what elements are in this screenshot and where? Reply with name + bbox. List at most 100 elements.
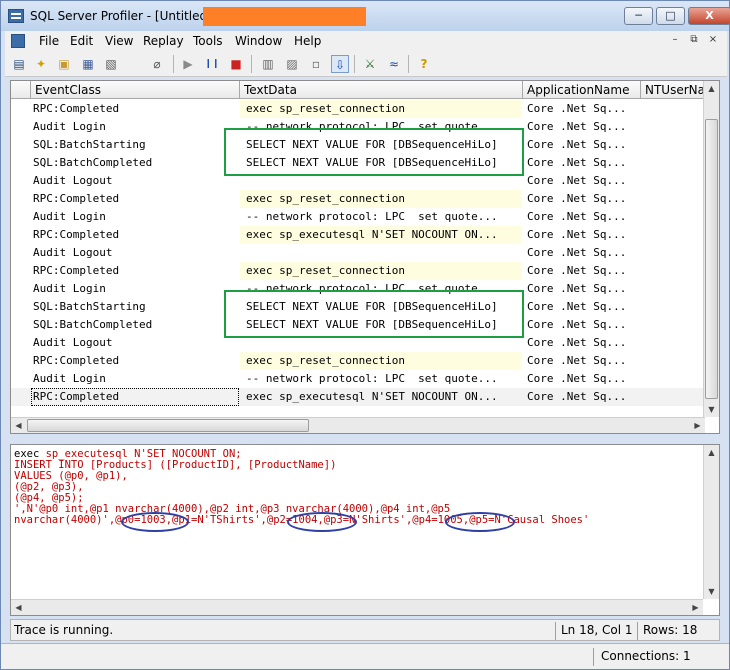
stop-icon[interactable]: ■	[227, 55, 245, 73]
find-icon[interactable]: ▥	[259, 55, 277, 73]
table-row[interactable]: Audit Logout Core .Net Sq...	[11, 244, 705, 262]
toolbar-separator	[251, 55, 252, 73]
table-row[interactable]: RPC:Completed exec sp_reset_connection Cor…	[11, 262, 705, 280]
open-icon[interactable]: ▣	[55, 55, 73, 73]
table-row[interactable]: RPC:Completed exec sp_reset_connection Cor…	[11, 100, 705, 118]
cell-eventclass: RPC:Completed	[33, 102, 120, 115]
cell-applicationname: Core .Net Sq...	[527, 372, 627, 385]
mdi-minimize-button[interactable]: –	[667, 33, 683, 48]
cell-eventclass: Audit Login	[33, 210, 106, 223]
column-header-ntusername[interactable]: NTUserName	[641, 81, 705, 99]
minimize-button[interactable]: ─	[624, 7, 653, 25]
scroll-up-arrow[interactable]: ▲	[704, 81, 719, 96]
horizontal-scroll-thumb[interactable]	[27, 419, 309, 432]
cell-ntusername	[641, 244, 705, 262]
status-separator	[593, 648, 594, 666]
scroll-right-arrow[interactable]: ▶	[690, 418, 705, 433]
cell-ntusername	[641, 334, 705, 352]
table-row[interactable]: RPC:Completed exec sp_reset_connection Cor…	[11, 190, 705, 208]
pause-icon[interactable]: ❙❙	[203, 55, 221, 73]
column-header-textdata[interactable]: TextData	[240, 81, 523, 99]
scroll-left-arrow[interactable]: ◀	[11, 600, 26, 615]
cell-eventclass: RPC:Completed	[33, 192, 120, 205]
connections-count: Connections: 1	[601, 649, 691, 663]
event-text-pane[interactable]: exec sp_executesql N'SET NOCOUNT ON; INS…	[10, 444, 720, 616]
scroll-up-arrow[interactable]: ▲	[704, 445, 719, 460]
cell-applicationname: Core .Net Sq...	[527, 246, 627, 259]
scroll-thumb[interactable]	[705, 119, 718, 399]
cell-applicationname: Core .Net Sq...	[527, 156, 627, 169]
menu-window[interactable]: Window	[235, 34, 282, 48]
cell-applicationname: Core .Net Sq...	[527, 138, 627, 151]
grid-horizontal-scrollbar[interactable]: ◀ ▶	[11, 417, 705, 433]
grid-vertical-scrollbar[interactable]: ▲ ▼	[703, 81, 719, 417]
cell-applicationname: Core .Net Sq...	[527, 102, 627, 115]
menu-help[interactable]: Help	[294, 34, 321, 48]
trace-grid[interactable]: EventClass TextData ApplicationName NTUs…	[10, 80, 720, 434]
columns-icon[interactable]: ▫	[307, 55, 325, 73]
redacted-title-area	[203, 7, 366, 26]
cell-ntusername	[641, 118, 705, 136]
text-vertical-scrollbar[interactable]: ▲ ▼	[703, 445, 719, 599]
close-button[interactable]: X	[688, 7, 730, 25]
table-row[interactable]: Audit Login -- network protocol: LPC set …	[11, 370, 705, 388]
cell-ntusername	[641, 208, 705, 226]
menu-edit[interactable]: Edit	[70, 34, 93, 48]
cell-ntusername	[641, 172, 705, 190]
table-row[interactable]: RPC:Completed exec sp_reset_connection Cor…	[11, 352, 705, 370]
cell-textdata: -- network protocol: LPC set quote...	[246, 372, 498, 385]
pane-splitter[interactable]	[10, 434, 720, 444]
scroll-left-arrow[interactable]: ◀	[11, 418, 26, 433]
maximize-button[interactable]: □	[656, 7, 685, 25]
row-count: Rows: 18	[643, 623, 698, 637]
scroll-down-arrow[interactable]: ▼	[704, 402, 719, 417]
table-row[interactable]: RPC:Completed exec sp_executesql N'SET NO…	[11, 388, 705, 406]
callout-oval-p0	[121, 512, 189, 532]
scroll-icon[interactable]: ⇩	[331, 55, 349, 73]
document-icon[interactable]	[11, 34, 25, 48]
menu-replay[interactable]: Replay	[143, 34, 184, 48]
table-row[interactable]: RPC:Completed exec sp_executesql N'SET NO…	[11, 226, 705, 244]
cell-applicationname: Core .Net Sq...	[527, 318, 627, 331]
mdi-close-button[interactable]: ×	[705, 33, 721, 48]
text-horizontal-scrollbar[interactable]: ◀ ▶	[11, 599, 703, 615]
performance-icon[interactable]: ≈	[385, 55, 403, 73]
menu-tools[interactable]: Tools	[193, 34, 223, 48]
menu-file[interactable]: File	[39, 34, 59, 48]
trace-status-message: Trace is running.	[14, 623, 114, 637]
scroll-down-arrow[interactable]: ▼	[704, 584, 719, 599]
help-icon[interactable]: ?	[415, 55, 433, 73]
template-icon[interactable]: ▧	[102, 55, 120, 73]
status-separator	[555, 622, 556, 640]
cell-applicationname: Core .Net Sq...	[527, 354, 627, 367]
save-icon[interactable]: ▦	[79, 55, 97, 73]
cell-applicationname: Core .Net Sq...	[527, 210, 627, 223]
toolbar-separator	[408, 55, 409, 73]
column-header-eventclass[interactable]: EventClass	[31, 81, 240, 99]
cell-eventclass: SQL:BatchStarting	[33, 138, 146, 151]
start-icon[interactable]: ▶	[179, 55, 197, 73]
toolbar-separator	[354, 55, 355, 73]
highlight-box-first-sequence	[224, 128, 524, 176]
scroll-right-arrow[interactable]: ▶	[688, 600, 703, 615]
clear-icon[interactable]: ⌀	[148, 55, 166, 73]
column-header-applicationname[interactable]: ApplicationName	[523, 81, 641, 99]
mdi-restore-button[interactable]: ⧉	[686, 33, 702, 48]
toggle-icon[interactable]: ▨	[283, 55, 301, 73]
title-bar[interactable]: SQL Server Profiler - [Untitled - 1 ─ □ …	[1, 1, 730, 31]
grid-header: EventClass TextData ApplicationName NTUs…	[11, 81, 711, 99]
menu-view[interactable]: View	[105, 34, 133, 48]
cell-textdata: exec sp_executesql N'SET NOCOUNT ON...	[240, 226, 522, 244]
cell-ntusername	[641, 190, 705, 208]
properties-icon[interactable]: ▤	[10, 55, 28, 73]
cell-ntusername	[641, 226, 705, 244]
new-trace-icon[interactable]: ✦	[32, 55, 50, 73]
app-status-bar: Connections: 1	[1, 643, 729, 669]
cell-ntusername	[641, 298, 705, 316]
cell-eventclass: SQL:BatchStarting	[33, 300, 146, 313]
app-icon	[8, 9, 24, 23]
row-selector-header	[11, 81, 31, 99]
activity-monitor-icon[interactable]: ⚔	[361, 55, 379, 73]
table-row[interactable]: Audit Login -- network protocol: LPC set …	[11, 208, 705, 226]
cell-eventclass: Audit Logout	[33, 336, 113, 349]
